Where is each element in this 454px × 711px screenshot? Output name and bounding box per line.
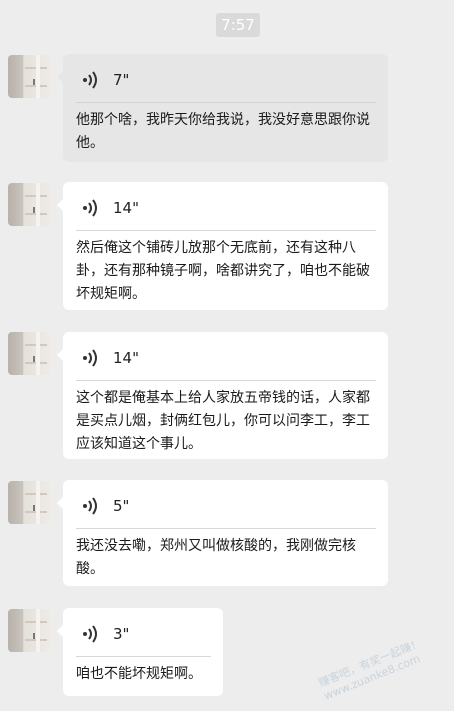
voice-wave-icon: [83, 199, 97, 217]
voice-message-bubble[interactable]: 7" 他那个啥，我昨天你给我说，我没好意思跟你说他。: [57, 54, 388, 162]
message-timestamp: 7:57: [216, 13, 260, 37]
voice-wave-icon: [83, 71, 97, 89]
voice-transcript: 这个都是俺基本上给人家放五帝钱的话，人家都是买点儿烟，封俩红包儿，你可以问李工，…: [76, 390, 370, 452]
voice-transcript: 我还没去嘞，郑州又叫做核酸的，我刚做完核酸。: [76, 538, 356, 577]
voice-duration: 14": [113, 349, 139, 367]
avatar[interactable]: [8, 332, 51, 375]
bubble-divider: [76, 230, 376, 231]
bubble-divider: [76, 528, 376, 529]
avatar[interactable]: [8, 481, 51, 524]
voice-message-bubble[interactable]: 5" 我还没去嘞，郑州又叫做核酸的，我刚做完核酸。: [57, 480, 388, 586]
voice-message-bubble[interactable]: 14" 这个都是俺基本上给人家放五帝钱的话，人家都是买点儿烟，封俩红包儿，你可以…: [57, 332, 388, 459]
voice-play-control[interactable]: 7": [81, 66, 374, 94]
voice-message-bubble[interactable]: 3" 咱也不能坏规矩啊。: [57, 608, 223, 696]
voice-duration: 14": [113, 199, 139, 217]
voice-message-bubble[interactable]: 14" 然后俺这个铺砖儿放那个无底前，还有这种八卦，还有那种镜子啊，啥都讲究了，…: [57, 182, 388, 310]
watermark: 赚客吧，有奖一起赚！ www.zuanke8.com: [317, 636, 429, 703]
avatar[interactable]: [8, 609, 51, 652]
voice-wave-icon: [83, 349, 97, 367]
voice-duration: 5": [113, 497, 130, 515]
bubble-divider: [76, 380, 376, 381]
voice-transcript: 他那个啥，我昨天你给我说，我没好意思跟你说他。: [76, 112, 370, 151]
voice-play-control[interactable]: 5": [81, 492, 374, 520]
voice-wave-icon: [83, 497, 97, 515]
bubble-divider: [76, 656, 211, 657]
voice-duration: 7": [113, 71, 130, 89]
voice-transcript: 然后俺这个铺砖儿放那个无底前，还有这种八卦，还有那种镜子啊，啥都讲究了，咱也不能…: [76, 240, 370, 302]
avatar[interactable]: [8, 55, 51, 98]
voice-play-control[interactable]: 14": [81, 344, 374, 372]
voice-play-control[interactable]: 14": [81, 194, 374, 222]
bubble-divider: [76, 102, 376, 103]
voice-duration: 3": [113, 625, 130, 643]
voice-wave-icon: [83, 625, 97, 643]
voice-transcript: 咱也不能坏规矩啊。: [76, 666, 202, 682]
avatar[interactable]: [8, 183, 51, 226]
voice-play-control[interactable]: 3": [81, 620, 209, 648]
